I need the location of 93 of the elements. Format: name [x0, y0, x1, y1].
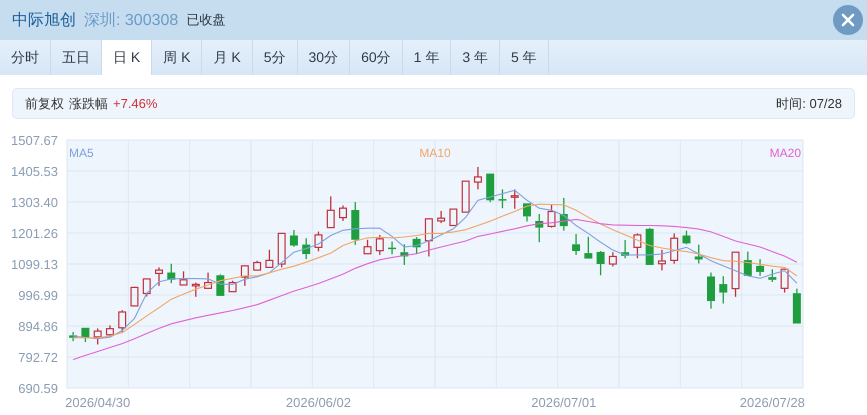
period-tab[interactable]: 分时	[0, 40, 51, 75]
x-axis-label: 2026/07/28	[740, 395, 805, 410]
rising-candlestick	[437, 210, 446, 224]
rising-candlestick	[130, 286, 138, 307]
y-axis-label: 894.86	[18, 319, 58, 334]
y-axis-label: 1099.13	[11, 257, 58, 272]
falling-candlestick	[290, 230, 298, 247]
falling-candlestick	[523, 203, 531, 222]
period-tab[interactable]: 60分	[350, 40, 403, 75]
falling-candlestick	[302, 238, 310, 260]
rising-candlestick	[376, 234, 384, 255]
rising-candlestick	[364, 240, 372, 254]
falling-candlestick	[560, 198, 568, 231]
period-tab[interactable]: 3 年	[451, 40, 500, 75]
y-axis-label: 1303.40	[11, 195, 58, 210]
rising-candlestick	[278, 232, 286, 268]
rising-candlestick	[449, 208, 458, 226]
close-button[interactable]	[833, 5, 863, 35]
falling-candlestick	[584, 236, 592, 259]
rising-candlestick	[94, 328, 102, 344]
x-axis-label: 2026/06/02	[286, 395, 351, 410]
rising-candlestick	[608, 252, 617, 266]
falling-candlestick	[596, 251, 605, 276]
falling-candlestick	[744, 252, 752, 276]
period-tab[interactable]: 1 年	[402, 40, 452, 75]
falling-candlestick	[535, 214, 544, 242]
stock-code: 深圳: 300308	[84, 10, 178, 30]
rising-candlestick	[155, 267, 163, 286]
time-label: 时间: 07/28	[776, 94, 842, 112]
falling-candlestick	[707, 272, 715, 309]
rising-candlestick	[424, 218, 433, 256]
falling-candlestick	[351, 202, 360, 245]
falling-candlestick	[694, 244, 703, 264]
market-status: 已收盘	[186, 11, 226, 29]
falling-candlestick	[412, 237, 421, 254]
rising-candlestick	[118, 310, 126, 333]
y-axis-label: 1405.53	[11, 164, 58, 179]
close-icon	[841, 13, 855, 27]
falling-candlestick	[768, 269, 776, 282]
rising-candlestick	[510, 189, 519, 209]
rising-candlestick	[142, 278, 151, 297]
adjust-label: 前复权	[25, 94, 64, 112]
x-axis-label: 2026/04/30	[65, 395, 130, 410]
falling-candlestick	[400, 244, 408, 265]
rising-candlestick	[339, 205, 347, 221]
rising-candlestick	[326, 196, 335, 228]
falling-candlestick	[498, 189, 506, 208]
y-axis-label: 996.99	[18, 288, 58, 303]
rising-candlestick	[670, 233, 678, 264]
rising-candlestick	[265, 250, 274, 268]
rising-candlestick	[314, 232, 322, 252]
change-value: +7.46%	[113, 96, 158, 111]
falling-candlestick	[646, 228, 654, 265]
falling-candlestick	[621, 240, 630, 258]
y-axis-label: 1507.67	[11, 133, 58, 148]
period-tab[interactable]: 5 年	[500, 40, 549, 75]
falling-candlestick	[81, 328, 90, 342]
period-tab[interactable]: 月 K	[202, 40, 253, 75]
legend-label: MA10	[419, 146, 451, 160]
rising-candlestick	[780, 268, 789, 293]
falling-candlestick	[388, 242, 396, 254]
rising-candlestick	[474, 166, 482, 190]
rising-candlestick	[732, 252, 740, 297]
rising-candlestick	[228, 280, 237, 292]
period-tab[interactable]: 日 K	[102, 40, 152, 75]
rising-candlestick	[240, 265, 249, 286]
y-axis-label: 690.59	[18, 381, 58, 396]
rising-candlestick	[106, 325, 114, 336]
rising-candlestick	[192, 282, 200, 297]
rising-candlestick	[462, 180, 470, 213]
legend-label: MA20	[770, 146, 801, 160]
stock-name: 中际旭创	[12, 10, 76, 30]
change-label: 涨跌幅	[69, 94, 108, 112]
falling-candlestick	[572, 234, 580, 255]
rising-candlestick	[633, 233, 642, 258]
falling-candlestick	[756, 259, 764, 276]
rising-candlestick	[180, 271, 188, 286]
rising-candlestick	[548, 204, 556, 228]
y-axis-label: 792.72	[18, 350, 58, 365]
rising-candlestick	[204, 272, 212, 289]
falling-candlestick	[719, 276, 728, 304]
falling-candlestick	[486, 174, 494, 202]
falling-candlestick	[682, 230, 690, 244]
falling-candlestick	[167, 264, 176, 284]
period-tab[interactable]: 30分	[298, 40, 350, 75]
legend-label: MA5	[69, 146, 94, 160]
x-axis-label: 2026/07/01	[531, 395, 596, 410]
rising-candlestick	[658, 250, 666, 270]
period-tab[interactable]: 5分	[252, 40, 298, 75]
rising-candlestick	[253, 260, 262, 271]
y-axis-label: 1201.26	[11, 226, 58, 241]
falling-candlestick	[69, 332, 78, 342]
period-tab[interactable]: 周 K	[152, 40, 202, 75]
